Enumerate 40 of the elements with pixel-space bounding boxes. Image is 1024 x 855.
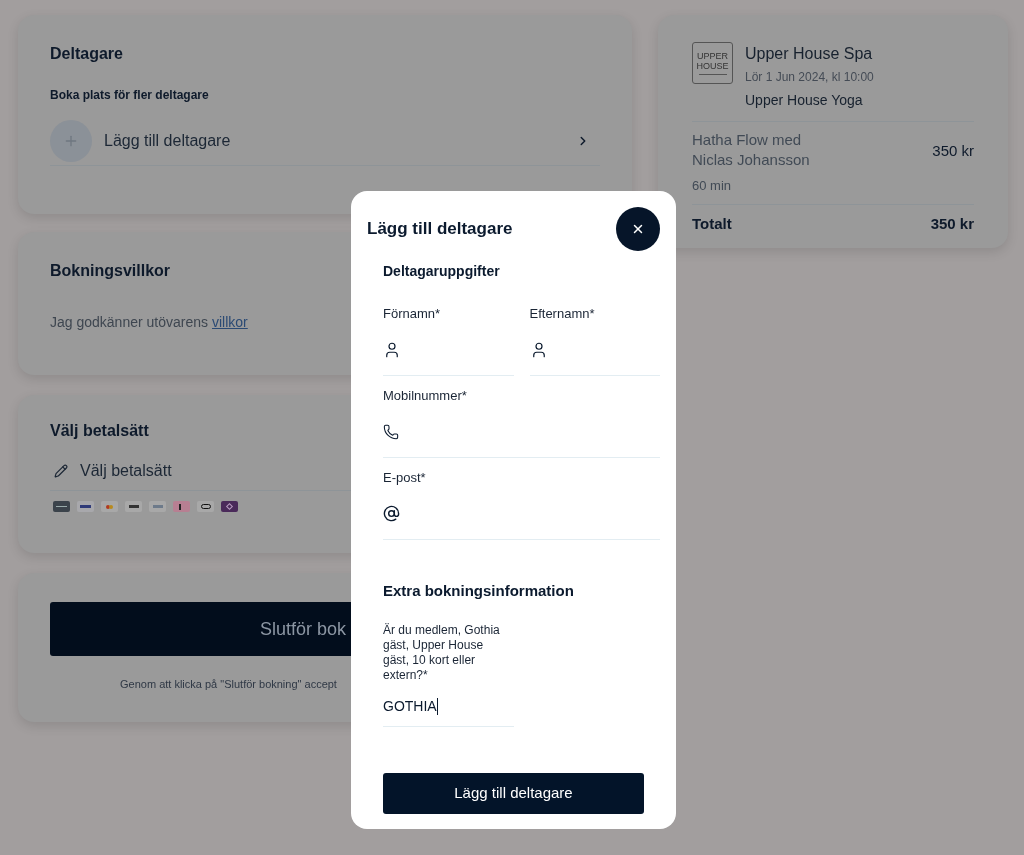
add-participant-row[interactable]: Lägg till deltagare [50,116,600,166]
booking-date: Lör 1 Jun 2024, kl 10:00 [745,69,874,86]
class-duration: 60 min [692,176,974,205]
wallet-logo-icon [125,501,142,512]
venue-logo: UPPER HOUSE [692,42,733,84]
card-logo-icon [77,501,94,512]
class-price: 350 kr [932,141,974,161]
payment-logo-icon [221,501,238,512]
pay-later-logo-icon [173,501,190,512]
field-label: Efternamn* [529,305,596,323]
field-label: Förnamn* [383,305,442,323]
total-price: 350 kr [930,213,974,234]
card-logo-icon [53,501,70,512]
terms-text: Jag godkänner utövarens [50,313,208,332]
pencil-icon [54,463,68,478]
at-sign-icon [383,505,400,522]
card-title: Deltagare [50,44,123,64]
dialog-title: Lägg till deltagare [367,218,513,241]
field-label: Mobilnummer* [383,387,468,405]
field-label: E-post* [383,469,427,487]
phone-icon [383,423,399,440]
plus-icon [50,119,92,162]
close-icon [631,222,645,236]
answer-field[interactable]: GOTHIA [383,686,514,727]
wallet-logo-icon [149,501,166,512]
terms-note: Genom att klicka på "Slutför bokning" accept [120,677,337,692]
class-name: Hatha Flow med Niclas Johansson [692,130,811,170]
card-subtitle: Boka plats för fler deltagare [50,87,209,104]
person-icon [383,340,401,359]
venue-name: Upper House Spa [745,44,874,64]
card-title: Bokningsvillkor [50,261,171,281]
section-title: Extra bokningsinformation [383,581,575,601]
ring-logo-icon [197,501,214,512]
add-participant-button[interactable]: Lägg till deltagare [383,772,644,814]
card-title: Välj betalsätt [50,421,149,441]
section-title: Deltagaruppgifter [383,262,501,281]
total-label: Totalt [692,213,732,234]
class-category: Upper House Yoga [745,91,864,110]
card-logo-icon [101,501,118,512]
close-button[interactable] [616,207,660,251]
